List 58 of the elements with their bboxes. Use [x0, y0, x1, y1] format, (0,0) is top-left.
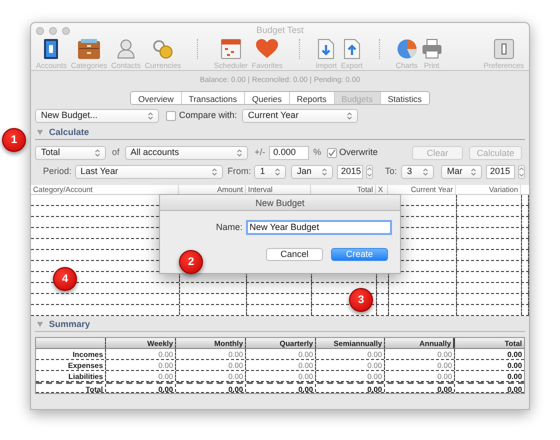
window-minimize-button[interactable]: [49, 27, 57, 35]
field-label: To:: [385, 165, 398, 178]
switch-icon: [494, 39, 514, 59]
field-label: of: [112, 146, 120, 160]
window-zoom-button[interactable]: [62, 27, 70, 35]
field-label: Name:: [216, 220, 243, 234]
chevron-icon: [423, 168, 428, 176]
section-title: Summary: [49, 318, 90, 331]
drawer-icon: [78, 39, 100, 59]
accounts-popup[interactable]: All accounts: [124, 146, 248, 160]
step-marker: 1: [2, 128, 26, 152]
checkbox-label: Overwrite: [339, 146, 378, 160]
year-field[interactable]: 2015: [486, 165, 516, 179]
window-close-button[interactable]: [36, 27, 44, 35]
name-field[interactable]: New Year Budget: [246, 220, 392, 235]
period-popup[interactable]: Last Year: [74, 165, 223, 179]
month-popup[interactable]: Jan: [291, 165, 334, 179]
disclosure-triangle-icon[interactable]: [37, 322, 43, 327]
tab[interactable]: Statistics: [380, 92, 429, 104]
stepper-control[interactable]: [366, 165, 374, 179]
window-title: Budget Test: [256, 26, 304, 35]
coins-icon: [152, 39, 173, 59]
calendar-icon: [220, 39, 241, 59]
dialog-title: New Budget: [160, 195, 400, 211]
year-field[interactable]: 2015: [337, 165, 364, 179]
mode-popup[interactable]: Total: [35, 146, 106, 160]
checkbox[interactable]: [327, 148, 338, 158]
chevron-icon: [275, 168, 280, 176]
chevron-icon: [148, 112, 153, 120]
heart-icon: [256, 39, 278, 59]
checkbox-label: Compare with:: [179, 109, 238, 122]
day-popup[interactable]: 1: [254, 165, 286, 179]
checkbox[interactable]: [166, 111, 176, 121]
book-icon: [44, 39, 58, 59]
chevron-icon: [322, 168, 328, 176]
disclosure-triangle-icon[interactable]: [37, 130, 43, 135]
document-down-arrow-icon: [318, 39, 334, 59]
chevron-icon: [236, 149, 242, 157]
field-label: +/-: [254, 146, 266, 160]
person-icon: [116, 39, 135, 59]
budget-popup[interactable]: New Budget...: [35, 109, 159, 123]
stepper-control[interactable]: [518, 165, 526, 179]
field-label: Period:: [43, 165, 72, 178]
pie-chart-icon: [396, 39, 417, 59]
compare-popup[interactable]: Current Year: [242, 109, 358, 123]
dialog-button[interactable]: Cancel: [266, 248, 323, 261]
field-label: %: [313, 146, 322, 160]
chevron-icon: [347, 112, 352, 120]
percent-field[interactable]: 0.000: [269, 146, 310, 160]
chevron-icon: [212, 168, 217, 176]
printer-icon: [422, 39, 442, 59]
chevron-icon: [471, 168, 476, 176]
day-popup[interactable]: 3: [401, 165, 434, 179]
month-popup[interactable]: Mar: [441, 165, 482, 179]
document-up-arrow-icon: [344, 39, 360, 59]
field-label: From:: [228, 165, 252, 178]
chevron-icon: [95, 149, 100, 157]
section-title: Calculate: [49, 126, 90, 139]
